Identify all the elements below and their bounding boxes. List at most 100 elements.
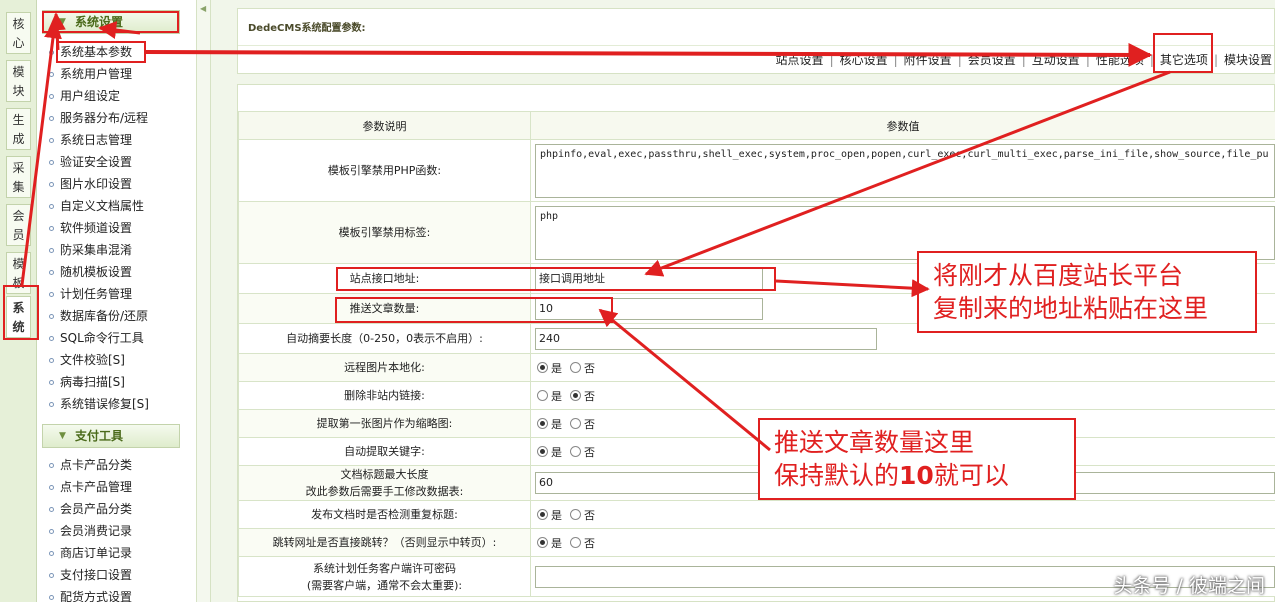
tab-system[interactable]: 系统 [6, 296, 31, 338]
menu-item[interactable]: 配货方式设置 [49, 587, 132, 602]
param-label-text-2: (需要客户端，通常不会太重要): [306, 578, 463, 592]
param-label: 发布文档时是否检测重复标题: [238, 500, 531, 529]
menu-item-label: 点卡产品管理 [60, 480, 133, 494]
menu-item-label: 计划任务管理 [60, 287, 133, 301]
param-label-text: 删除非站内链接: [344, 389, 425, 402]
param-input[interactable]: 10 [535, 297, 763, 320]
config-tab[interactable]: 其它选项 [1158, 53, 1210, 67]
menu-item-label: 系统用户管理 [60, 67, 133, 81]
tab-template[interactable]: 模板 [6, 252, 31, 294]
radio-button[interactable] [537, 362, 548, 373]
menu-item-label: 点卡产品分类 [60, 458, 133, 472]
radio-button[interactable] [537, 537, 548, 548]
radio-button[interactable] [570, 390, 581, 401]
menu-item-label: 随机模板设置 [60, 265, 133, 279]
menu-item[interactable]: 系统用户管理 [49, 64, 132, 84]
config-tab[interactable]: 性能选项 [1094, 53, 1146, 67]
param-input[interactable]: 240 [535, 327, 877, 350]
tab-generate[interactable]: 生成 [6, 108, 31, 150]
radio-label: 是 [551, 361, 562, 375]
tab-system-label: 系统 [12, 301, 25, 334]
menu-item[interactable]: 系统日志管理 [49, 130, 132, 150]
tab-collect[interactable]: 采集 [6, 156, 31, 198]
tab-separator: | [1213, 53, 1218, 67]
config-tab[interactable]: 互动设置 [1030, 53, 1082, 67]
menu-item[interactable]: 会员消费记录 [49, 521, 132, 541]
menu-item[interactable]: 防采集串混淆 [49, 240, 132, 260]
menu-item[interactable]: 验证安全设置 [49, 152, 132, 172]
config-tab[interactable]: 会员设置 [966, 53, 1018, 67]
param-textarea[interactable]: phpinfo,eval,exec,passthru,shell_exec,sy… [535, 143, 1275, 198]
note-count-line1: 推送文章数量这里 [774, 428, 975, 457]
tab-separator: | [957, 53, 962, 67]
menu-item-label: SQL命令行工具 [60, 331, 144, 345]
menu-item[interactable]: 支付接口设置 [49, 565, 132, 585]
menu-item[interactable]: 商店订单记录 [49, 543, 132, 563]
radio-button[interactable] [537, 390, 548, 401]
panel-splitter[interactable]: ◀ [197, 0, 211, 602]
radio-button[interactable] [570, 509, 581, 520]
config-table-panel: 参数说明 参数值 模板引擎禁用PHP函数: phpinfo,eval,exec,p… [237, 84, 1275, 602]
menu-item[interactable]: 会员产品分类 [49, 499, 132, 519]
param-label: 自动摘要长度（0-250，0表示不启用）: [238, 323, 531, 354]
menu-item[interactable]: 随机模板设置 [49, 262, 132, 282]
param-label: 文档标题最大长度 改此参数后需要手工修改数据表: [238, 465, 531, 501]
radio-button[interactable] [537, 418, 548, 429]
menu-section-system-settings[interactable]: ▼ 系统设置 [42, 10, 180, 34]
radio-button[interactable] [570, 446, 581, 457]
bullet-icon [49, 138, 54, 143]
menu-item[interactable]: 点卡产品管理 [49, 477, 132, 497]
collapse-triangle-icon: ▼ [59, 17, 66, 27]
param-label-text: 自动摘要长度（0-250，0表示不启用）: [286, 332, 483, 345]
page-title: DedeCMS系统配置参数: [248, 23, 366, 34]
param-label: 远程图片本地化: [238, 353, 531, 382]
param-label-text: 跳转网址是否直接跳转？（否则显示中转页）: [272, 536, 497, 549]
menu-item[interactable]: 系统错误修复[S] [49, 394, 149, 414]
radio-button[interactable] [570, 537, 581, 548]
bullet-icon [49, 573, 54, 578]
menu-item[interactable]: 数据库备份/还原 [49, 306, 148, 326]
menu-item[interactable]: 计划任务管理 [49, 284, 132, 304]
menu-item[interactable]: 点卡产品分类 [49, 455, 132, 475]
menu-item[interactable]: SQL命令行工具 [49, 328, 144, 348]
param-label-text-2: 改此参数后需要手工修改数据表: [305, 485, 464, 498]
menu-item[interactable]: 文件校验[S] [49, 350, 125, 370]
menu-item[interactable]: 自定义文档属性 [49, 196, 144, 216]
bullet-icon [49, 485, 54, 490]
radio-button[interactable] [537, 509, 548, 520]
tab-member[interactable]: 会员 [6, 204, 31, 246]
menu-section-payment-tools[interactable]: ▼ 支付工具 [42, 424, 180, 448]
config-tab[interactable]: 站点设置 [774, 53, 826, 67]
radio-button[interactable] [537, 446, 548, 457]
note-count-post: 就可以 [933, 461, 1009, 490]
radio-button[interactable] [570, 418, 581, 429]
menu-item-label: 配货方式设置 [60, 590, 133, 602]
menu-item[interactable]: 软件频道设置 [49, 218, 132, 238]
table-row: 远程图片本地化: 是 否 [238, 353, 1275, 382]
param-label-text: 站点接口地址: [349, 272, 420, 285]
config-tab[interactable]: 核心设置 [838, 53, 890, 67]
menu-item[interactable]: 系统基本参数 [49, 42, 132, 62]
menu-item[interactable]: 用户组设定 [49, 86, 120, 106]
radio-label: 是 [551, 389, 562, 403]
param-label-text: 模板引擎禁用标签: [338, 226, 431, 239]
menu-item[interactable]: 病毒扫描[S] [49, 372, 125, 392]
menu-item-label: 支付接口设置 [60, 568, 133, 582]
menu-item-label: 文件校验[S] [60, 353, 125, 367]
tab-separator: | [829, 53, 834, 67]
radio-label: 否 [584, 361, 595, 375]
config-tab[interactable]: 模块设置 [1222, 53, 1274, 67]
bullet-icon [49, 270, 54, 275]
menu-item-label: 图片水印设置 [60, 177, 133, 191]
note-url-line1: 将刚才从百度站长平台 [933, 261, 1184, 290]
bullet-icon [49, 336, 54, 341]
config-tab[interactable]: 附件设置 [902, 53, 954, 67]
radio-button[interactable] [570, 362, 581, 373]
col-desc-header: 参数说明 [238, 111, 531, 140]
param-input[interactable]: 接口调用地址 [535, 267, 763, 290]
menu-item[interactable]: 服务器分布/远程 [49, 108, 148, 128]
bullet-icon [49, 50, 54, 55]
menu-item[interactable]: 图片水印设置 [49, 174, 132, 194]
tab-core[interactable]: 核心 [6, 12, 31, 54]
tab-module[interactable]: 模块 [6, 60, 31, 102]
